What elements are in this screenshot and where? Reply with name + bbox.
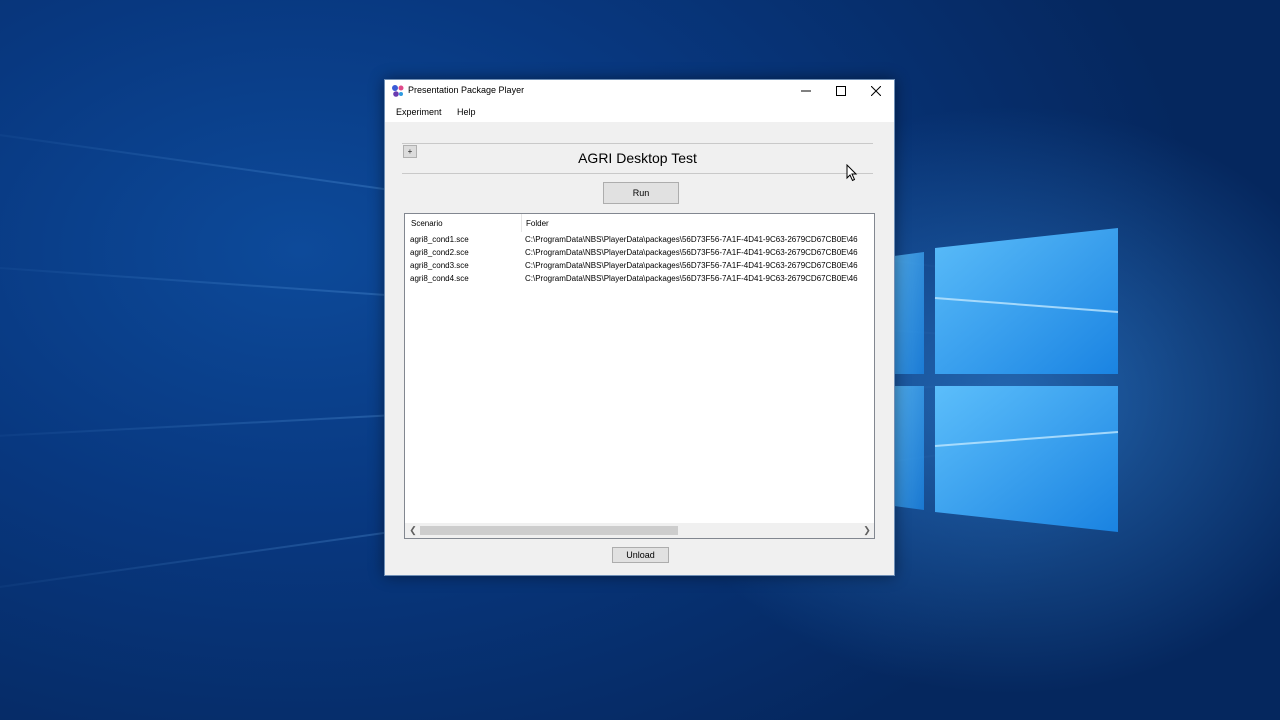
scenario-list[interactable]: Scenario Folder agri8_cond1.sce C:\Progr… xyxy=(404,213,875,539)
menu-help[interactable]: Help xyxy=(457,107,476,117)
scroll-left-icon[interactable]: ❮ xyxy=(407,523,419,538)
run-button[interactable]: Run xyxy=(603,182,679,204)
column-divider[interactable] xyxy=(521,214,522,232)
maximize-button[interactable] xyxy=(823,80,858,102)
app-icon xyxy=(392,85,404,97)
windows-logo-icon xyxy=(894,228,1119,532)
experiment-header: + AGRI Desktop Test xyxy=(402,143,873,174)
table-row[interactable]: agri8_cond2.sce C:\ProgramData\NBS\Playe… xyxy=(405,247,874,260)
folder-cell: C:\ProgramData\NBS\PlayerData\packages\5… xyxy=(525,261,858,270)
minimize-button[interactable] xyxy=(788,80,823,102)
scenario-cell: agri8_cond1.sce xyxy=(410,235,469,244)
scenario-cell: agri8_cond4.sce xyxy=(410,274,469,283)
experiment-title: AGRI Desktop Test xyxy=(578,150,697,166)
close-icon xyxy=(870,86,881,96)
window-title: Presentation Package Player xyxy=(408,85,525,95)
menu-experiment[interactable]: Experiment xyxy=(396,107,442,117)
table-row[interactable]: agri8_cond3.sce C:\ProgramData\NBS\Playe… xyxy=(405,260,874,273)
column-header-folder[interactable]: Folder xyxy=(526,219,549,228)
close-button[interactable] xyxy=(858,80,893,102)
folder-cell: C:\ProgramData\NBS\PlayerData\packages\5… xyxy=(525,248,858,257)
mouse-cursor-icon xyxy=(846,164,858,182)
scenario-cell: agri8_cond3.sce xyxy=(410,261,469,270)
maximize-icon xyxy=(835,86,846,96)
folder-cell: C:\ProgramData\NBS\PlayerData\packages\5… xyxy=(525,235,858,244)
table-row[interactable]: agri8_cond1.sce C:\ProgramData\NBS\Playe… xyxy=(405,234,874,247)
menu-bar: Experiment Help xyxy=(385,102,894,122)
title-bar[interactable]: Presentation Package Player xyxy=(385,80,894,102)
minimize-icon xyxy=(800,90,811,92)
column-header-scenario[interactable]: Scenario xyxy=(411,219,443,228)
horizontal-scrollbar[interactable]: ❮ ❯ xyxy=(405,523,874,538)
scroll-thumb[interactable] xyxy=(420,526,678,535)
unload-button[interactable]: Unload xyxy=(612,547,669,563)
app-window: Presentation Package Player Experiment H… xyxy=(384,79,895,576)
scenario-cell: agri8_cond2.sce xyxy=(410,248,469,257)
folder-cell: C:\ProgramData\NBS\PlayerData\packages\5… xyxy=(525,274,858,283)
table-row[interactable]: agri8_cond4.sce C:\ProgramData\NBS\Playe… xyxy=(405,273,874,286)
scroll-right-icon[interactable]: ❯ xyxy=(861,523,873,538)
